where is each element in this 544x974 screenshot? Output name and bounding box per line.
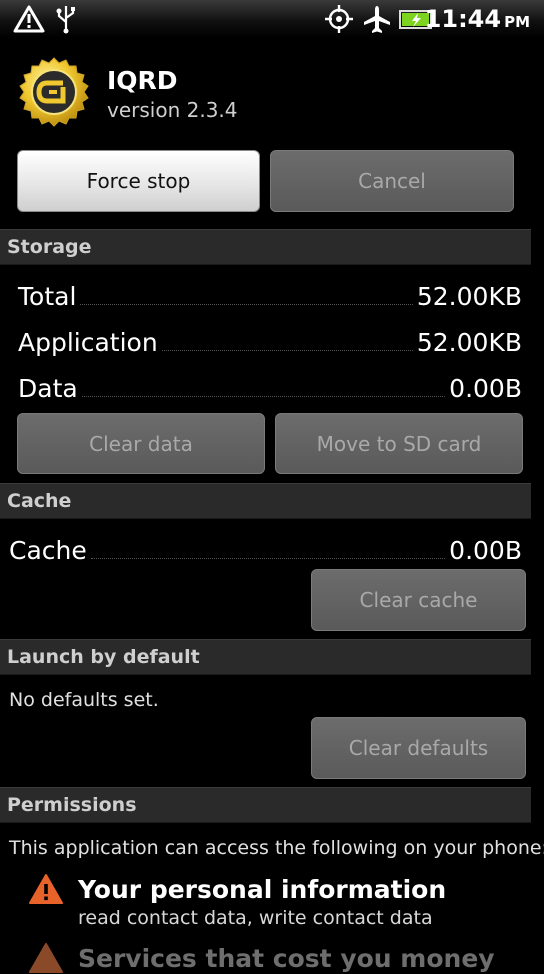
clock: 11:44 PM <box>425 4 530 37</box>
gold-seal-app-icon <box>19 57 89 127</box>
airplane-icon <box>364 6 390 33</box>
storage-total-value: 52.00KB <box>416 282 522 311</box>
storage-total-label: Total <box>18 282 77 311</box>
storage-application-value: 52.00KB <box>416 328 522 357</box>
launch-section-header: Launch by default <box>0 639 531 675</box>
clock-time: 11:44 <box>424 5 502 33</box>
cache-row: Cache 0.00B <box>9 531 522 565</box>
usb-icon <box>56 6 75 34</box>
permissions-intro: This application can access the followin… <box>9 837 544 859</box>
no-defaults-text: No defaults set. <box>9 689 159 711</box>
cache-value: 0.00B <box>449 536 522 565</box>
storage-application-label: Application <box>18 328 158 357</box>
dotted-leader <box>80 304 413 305</box>
clear-cache-button[interactable]: Clear cache <box>311 569 526 631</box>
dotted-leader <box>90 558 446 559</box>
cancel-button[interactable]: Cancel <box>270 150 514 212</box>
app-name: IQRD <box>107 66 178 95</box>
warning-icon <box>13 5 45 33</box>
permission-title-costs-money[interactable]: Services that cost you money <box>78 944 495 973</box>
cache-section-header: Cache <box>0 483 531 519</box>
move-to-sd-card-button[interactable]: Move to SD card <box>275 413 523 474</box>
storage-application-row: Application 52.00KB <box>18 323 522 357</box>
permission-title-personal-info[interactable]: Your personal information <box>78 875 446 904</box>
warning-icon <box>29 943 63 973</box>
storage-section-header: Storage <box>0 229 531 265</box>
permissions-section-header: Permissions <box>0 787 531 823</box>
gps-icon <box>325 5 353 33</box>
storage-data-row: Data 0.00B <box>18 369 522 403</box>
force-stop-button[interactable]: Force stop <box>17 150 260 212</box>
permission-detail-personal-info: read contact data, write contact data <box>78 907 433 929</box>
clock-ampm: PM <box>504 13 530 31</box>
app-version: version 2.3.4 <box>107 98 238 122</box>
clear-data-button[interactable]: Clear data <box>17 413 265 474</box>
storage-data-label: Data <box>18 374 78 403</box>
warning-icon <box>29 874 63 904</box>
cache-label: Cache <box>9 536 87 565</box>
dotted-leader <box>161 350 413 351</box>
dotted-leader <box>81 396 446 397</box>
clear-defaults-button[interactable]: Clear defaults <box>311 717 526 779</box>
storage-total-row: Total 52.00KB <box>18 277 522 311</box>
storage-data-value: 0.00B <box>449 374 522 403</box>
status-bar: 11:44 PM <box>0 0 544 38</box>
